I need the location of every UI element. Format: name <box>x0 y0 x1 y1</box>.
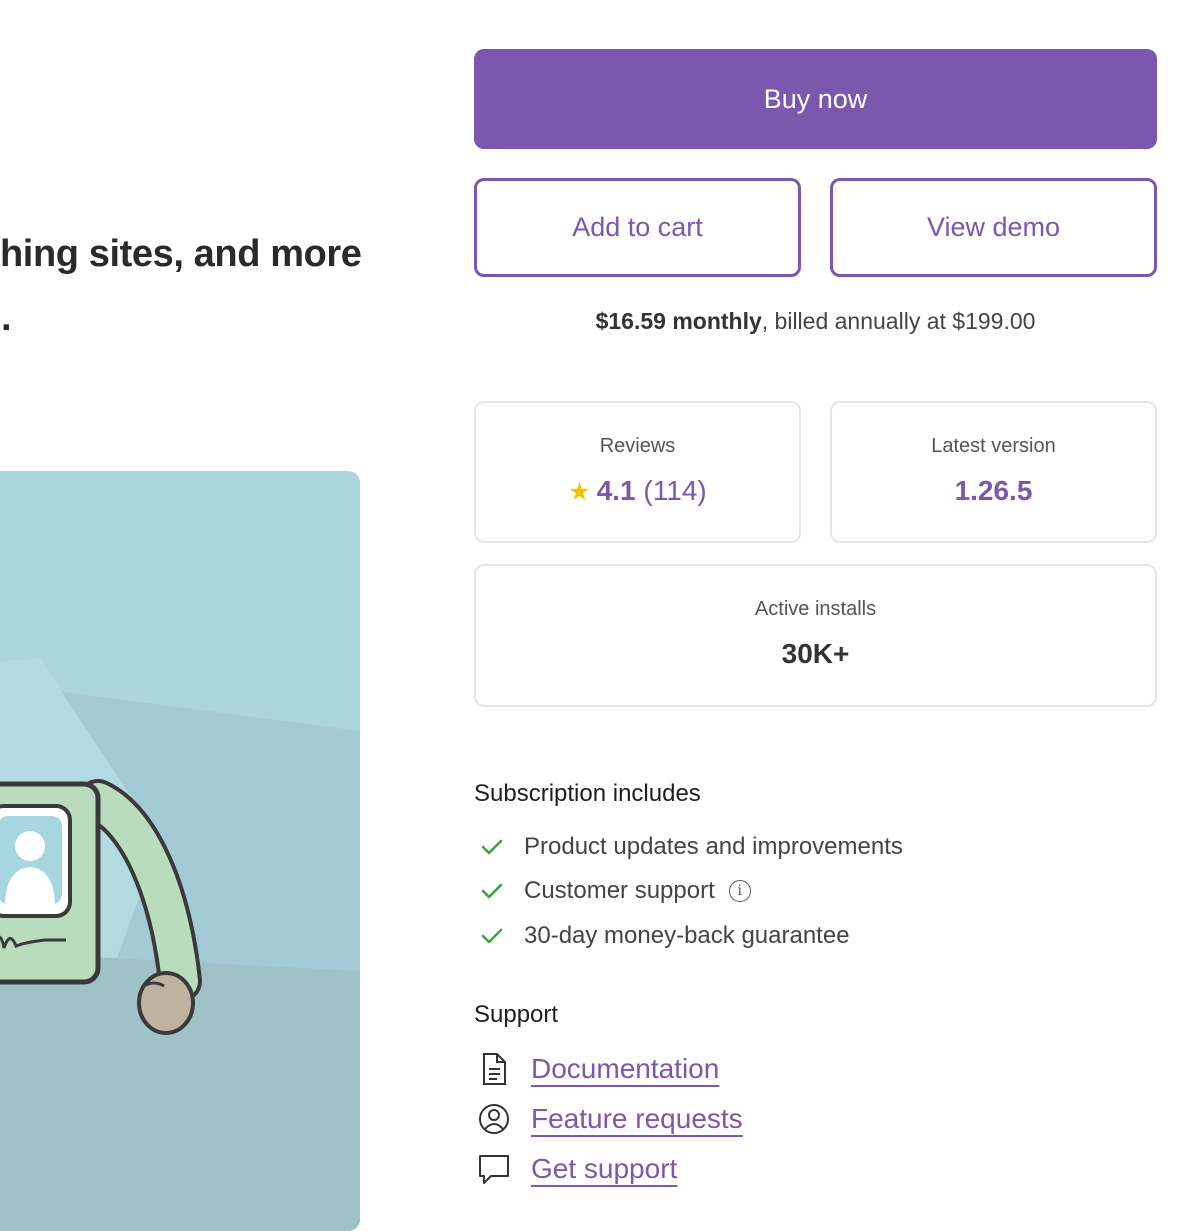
version-card: Latest version 1.26.5 <box>830 401 1157 543</box>
headline-line-1: hing sites, and more <box>0 233 362 275</box>
feature-requests-link[interactable]: Feature requests <box>531 1103 743 1135</box>
document-icon <box>474 1049 514 1089</box>
version-label: Latest version <box>931 435 1056 457</box>
subscription-item: 30-day money-back guarantee <box>474 919 850 953</box>
subscription-item-label: 30-day money-back guarantee <box>524 922 850 949</box>
product-hero-image <box>0 471 360 1231</box>
support-title: Support <box>474 1001 559 1028</box>
buy-now-button[interactable]: Buy now <box>474 49 1157 149</box>
rating-score: 4.1 <box>596 475 636 506</box>
get-support-link[interactable]: Get support <box>531 1153 677 1185</box>
subscription-item-label: Customer support <box>524 877 715 904</box>
subscription-title: Subscription includes <box>474 780 701 807</box>
user-circle-icon <box>474 1099 514 1139</box>
installs-value: 30K+ <box>781 638 850 669</box>
subscription-item: Product updates and improvements <box>474 830 903 864</box>
headline-line-2: ts. <box>0 297 12 339</box>
support-link-get-support[interactable]: Get support <box>474 1149 677 1189</box>
chat-bubble-icon <box>474 1149 514 1189</box>
id-card-illustration <box>0 471 360 1231</box>
reviews-card: Reviews ★ 4.1 (114) <box>474 401 801 543</box>
monthly-price: $16.59 monthly <box>595 308 762 334</box>
star-icon: ★ <box>568 478 591 506</box>
support-link-feature-requests[interactable]: Feature requests <box>474 1099 743 1139</box>
view-demo-button[interactable]: View demo <box>830 178 1157 277</box>
add-to-cart-button[interactable]: Add to cart <box>474 178 801 277</box>
info-icon[interactable]: i <box>728 880 751 902</box>
reviews-label: Reviews <box>599 435 676 457</box>
annual-price: , billed annually at $199.00 <box>761 308 1036 334</box>
subscription-item-label: Product updates and improvements <box>524 833 903 860</box>
support-link-documentation[interactable]: Documentation <box>474 1049 719 1089</box>
rating-value[interactable]: ★ 4.1 (114) <box>476 475 799 507</box>
check-icon <box>474 830 510 864</box>
check-icon <box>474 874 510 908</box>
installs-label: Active installs <box>754 598 877 620</box>
pricing-note: $16.59 monthly, billed annually at $199.… <box>474 308 1157 335</box>
subscription-item: Customer support i <box>474 874 751 908</box>
installs-card: Active installs 30K+ <box>474 564 1157 707</box>
check-icon <box>474 919 510 953</box>
documentation-link[interactable]: Documentation <box>531 1053 719 1085</box>
version-value: 1.26.5 <box>954 475 1033 506</box>
review-count: (114) <box>643 475 707 506</box>
